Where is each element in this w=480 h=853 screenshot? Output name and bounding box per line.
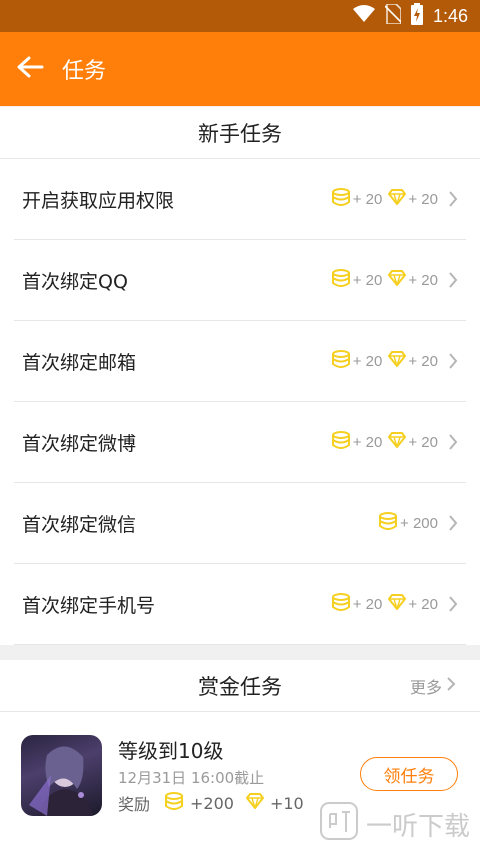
task-name: 首次绑定微信	[22, 513, 137, 536]
gem-reward: + 20	[388, 594, 438, 614]
section-title: 赏金任务	[198, 674, 282, 699]
task-row[interactable]: 首次绑定手机号 + 20 + 20	[14, 564, 466, 645]
watermark: 一听下载	[319, 802, 470, 847]
coin-icon	[331, 431, 351, 453]
watermark-logo-icon	[319, 802, 358, 847]
page-title: 任务	[62, 59, 107, 84]
coin-reward: + 20	[331, 431, 383, 453]
task-name: 首次绑定QQ	[22, 270, 128, 293]
more-label: 更多	[409, 678, 442, 697]
gem-reward: + 20	[388, 189, 438, 209]
task-name: 首次绑定手机号	[22, 594, 156, 617]
task-row[interactable]: 首次绑定微博 + 20 + 20	[14, 402, 466, 483]
section-title-wrap: 赏金任务 更多	[0, 660, 480, 712]
task-row[interactable]: 首次绑定微信 + 200	[14, 483, 466, 564]
bounty-title: 等级到10级	[118, 739, 224, 763]
gem-amount: + 20	[408, 190, 438, 208]
chevron-right-icon	[446, 595, 460, 613]
coin-icon	[164, 792, 184, 814]
gem-amount: + 20	[408, 433, 438, 451]
coin-amount: + 20	[352, 433, 383, 451]
newbie-tasks-section: 新手任务 开启获取应用权限 + 20 + 20 首次绑定QQ + 20 + 20	[0, 107, 480, 645]
diamond-icon	[388, 594, 407, 614]
gem-reward: + 20	[388, 270, 438, 290]
game-thumbnail	[21, 735, 102, 816]
chevron-right-icon	[446, 271, 460, 289]
gem-amount: +10	[269, 793, 304, 813]
section-title: 新手任务	[0, 107, 480, 159]
chevron-right-icon	[446, 352, 460, 370]
coin-amount: + 20	[352, 271, 383, 289]
coin-amount: + 20	[352, 595, 383, 613]
no-sim-icon	[384, 3, 402, 28]
diamond-icon	[388, 270, 407, 290]
coin-amount: + 20	[352, 190, 383, 208]
chevron-right-icon	[446, 514, 460, 532]
coin-reward: + 20	[331, 269, 383, 291]
coin-reward: + 20	[331, 188, 383, 210]
diamond-icon	[388, 351, 407, 371]
wifi-icon	[352, 5, 375, 27]
bounty-rewards: 奖励 +200 +10	[118, 791, 304, 815]
reward-label: 奖励	[118, 795, 151, 814]
coin-icon	[331, 188, 351, 210]
chevron-right-icon	[446, 676, 456, 696]
coin-reward: + 20	[331, 350, 383, 372]
task-row[interactable]: 首次绑定QQ + 20 + 20	[14, 240, 466, 321]
coin-reward: + 20	[331, 593, 383, 615]
gem-amount: + 20	[408, 352, 438, 370]
chevron-right-icon	[446, 433, 460, 451]
diamond-icon	[388, 189, 407, 209]
app-bar: 任务	[0, 32, 480, 106]
task-row[interactable]: 开启获取应用权限 + 20 + 20	[14, 159, 466, 240]
coin-icon	[331, 269, 351, 291]
status-bar: 1:46	[0, 0, 480, 32]
take-task-button[interactable]: 领任务	[360, 757, 458, 791]
more-link[interactable]: 更多	[410, 660, 456, 712]
task-name: 开启获取应用权限	[22, 189, 175, 212]
watermark-text: 一听下载	[365, 812, 470, 842]
coin-icon	[331, 593, 351, 615]
arrow-left-icon	[16, 55, 44, 83]
gem-amount: + 20	[408, 595, 438, 613]
coin-amount: +200	[190, 793, 234, 813]
bounty-deadline: 12月31日 16:00截止	[118, 769, 265, 787]
back-button[interactable]	[0, 32, 60, 106]
chevron-right-icon	[446, 190, 460, 208]
status-time: 1:46	[432, 5, 468, 26]
coin-icon	[331, 350, 351, 372]
diamond-icon	[388, 432, 407, 452]
coin-icon	[378, 512, 398, 534]
battery-charging-icon	[410, 3, 423, 29]
task-row[interactable]: 首次绑定邮箱 + 20 + 20	[14, 321, 466, 402]
task-name: 首次绑定微博	[22, 432, 137, 455]
coin-reward: + 200	[378, 512, 438, 534]
diamond-icon	[245, 793, 264, 813]
task-name: 首次绑定邮箱	[22, 351, 137, 374]
coin-amount: + 200	[400, 514, 438, 532]
coin-amount: + 20	[352, 352, 383, 370]
gem-reward: + 20	[388, 351, 438, 371]
gem-amount: + 20	[408, 271, 438, 289]
gem-reward: + 20	[388, 432, 438, 452]
